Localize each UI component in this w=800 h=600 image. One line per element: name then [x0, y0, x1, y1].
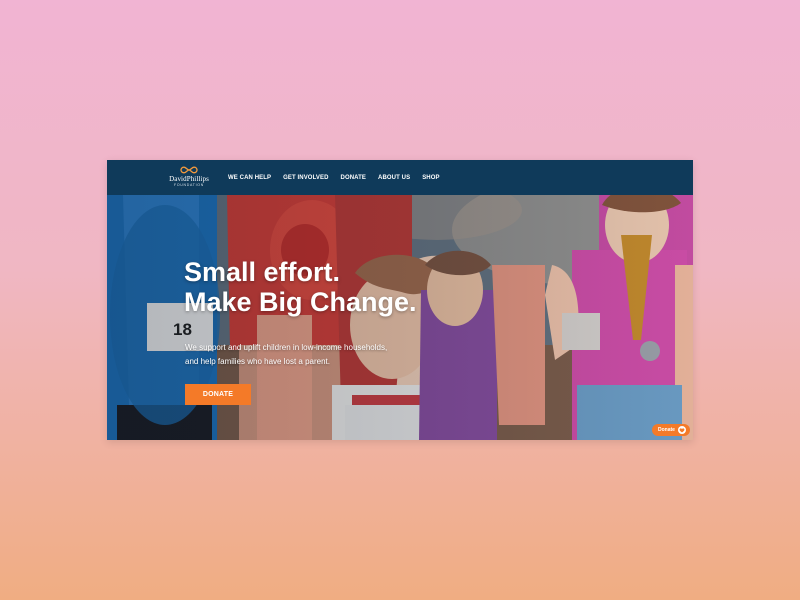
floating-donate-button[interactable]: Donate	[652, 424, 690, 436]
logo[interactable]: DavidPhillips FOUNDATION	[161, 166, 217, 190]
floating-donate-label: Donate	[658, 427, 675, 433]
logo-name: DavidPhillips	[169, 175, 209, 183]
nav-link-we-can-help[interactable]: WE CAN HELP	[228, 175, 271, 181]
heart-icon	[678, 426, 686, 434]
logo-subtitle: FOUNDATION	[174, 183, 204, 187]
hero-description-line-1: We support and uplift children in low-in…	[185, 343, 388, 352]
navbar: DavidPhillips FOUNDATION WE CAN HELP GET…	[107, 160, 693, 195]
nav-link-about-us[interactable]: ABOUT US	[378, 175, 410, 181]
hero-description-line-2: and help families who have lost a parent…	[185, 357, 330, 366]
nav-link-donate[interactable]: DONATE	[341, 175, 367, 181]
infinity-logo-icon	[180, 166, 198, 174]
nav-link-get-involved[interactable]: GET INVOLVED	[283, 175, 328, 181]
donate-button[interactable]: DONATE	[185, 384, 251, 405]
hero-title: Small effort. Make Big Change.	[184, 257, 417, 317]
hero-title-line-2: Make Big Change.	[184, 287, 417, 317]
hero-description: We support and uplift children in low-in…	[185, 341, 435, 369]
hero-title-line-1: Small effort.	[184, 257, 341, 287]
nav-link-shop[interactable]: SHOP	[422, 175, 439, 181]
hero-section: 18	[107, 195, 693, 440]
nav-menu: WE CAN HELP GET INVOLVED DONATE ABOUT US…	[228, 160, 440, 195]
website-frame: DavidPhillips FOUNDATION WE CAN HELP GET…	[107, 160, 693, 440]
